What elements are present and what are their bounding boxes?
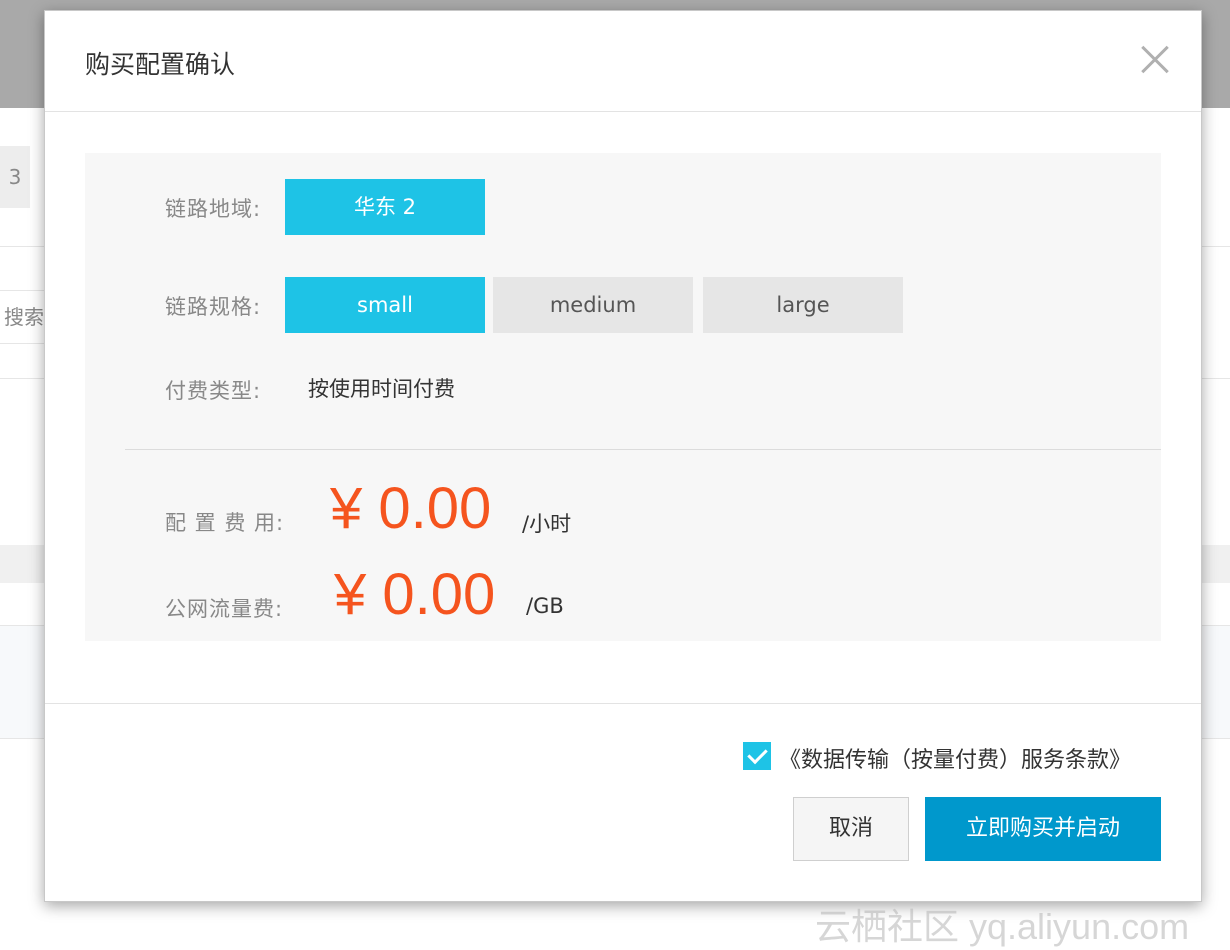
payment-type-value: 按使用时间付费 xyxy=(308,377,455,401)
close-icon[interactable] xyxy=(1135,39,1175,79)
panel-divider xyxy=(125,449,1161,450)
payment-type-label: 付费类型: xyxy=(165,379,262,403)
traffic-fee-label: 公网流量费: xyxy=(165,597,284,621)
buy-and-start-button[interactable]: 立即购买并启动 xyxy=(925,797,1161,861)
config-fee-price: ¥ 0.00 xyxy=(330,476,492,541)
spec-label: 链路规格: xyxy=(165,295,262,319)
terms-checkbox[interactable] xyxy=(743,742,771,770)
spec-option-small[interactable]: small xyxy=(285,277,485,333)
dialog-title: 购买配置确认 xyxy=(85,50,236,79)
config-fee-label: 配 置 费 用: xyxy=(165,511,285,535)
region-option-east2[interactable]: 华东 2 xyxy=(285,179,485,235)
footer-divider xyxy=(45,703,1201,704)
spec-option-medium[interactable]: medium xyxy=(493,277,693,333)
background-tab: 3 xyxy=(0,146,30,208)
terms-link[interactable]: 《数据传输（按量付费）服务条款》 xyxy=(779,742,1131,774)
region-label: 链路地域: xyxy=(165,197,262,221)
dialog-header: 购买配置确认 xyxy=(45,11,1201,112)
traffic-fee-unit: /GB xyxy=(526,594,564,618)
config-panel: 链路地域: 华东 2 链路规格: small medium large 付费类型… xyxy=(85,153,1161,641)
config-fee-unit: /小时 xyxy=(522,512,572,536)
spec-option-large[interactable]: large xyxy=(703,277,903,333)
traffic-fee-price: ¥ 0.00 xyxy=(334,562,496,627)
cancel-button[interactable]: 取消 xyxy=(793,797,909,861)
purchase-confirm-dialog: 购买配置确认 链路地域: 华东 2 链路规格: small medium lar… xyxy=(44,10,1202,902)
site-watermark: 云栖社区 yq.aliyun.com xyxy=(815,906,1190,947)
